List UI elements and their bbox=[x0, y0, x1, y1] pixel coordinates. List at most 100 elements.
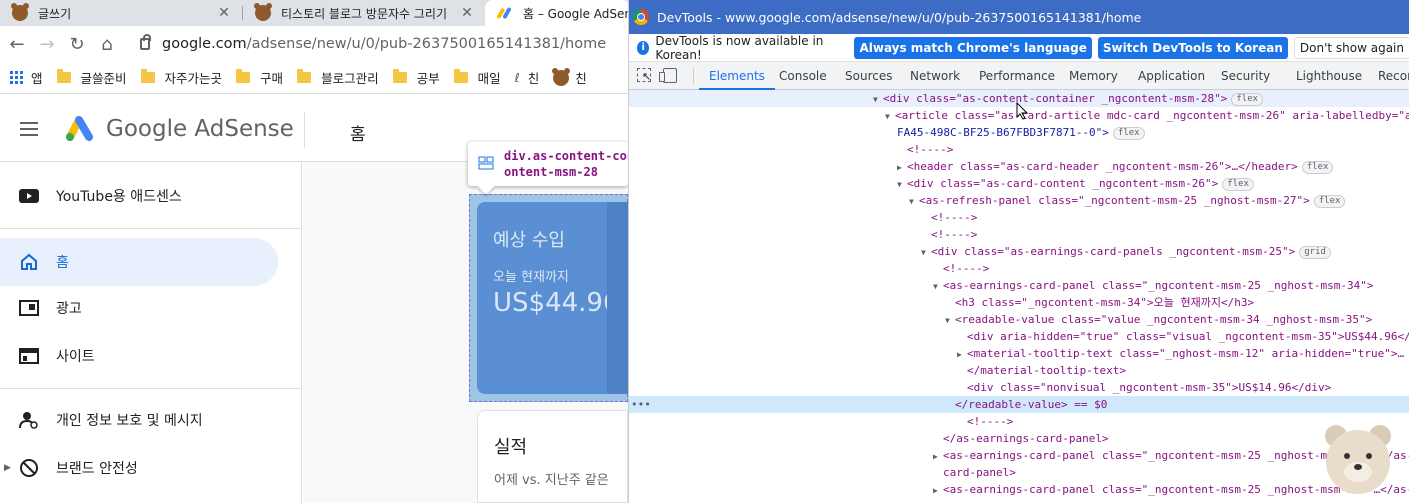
tab-application[interactable]: Application bbox=[1138, 62, 1205, 90]
menu-icon[interactable] bbox=[20, 122, 38, 140]
bookmark-folder[interactable]: 매일 bbox=[453, 68, 501, 87]
bookmark-folder[interactable]: 글쓸준비 bbox=[56, 68, 127, 87]
browser-toolbar: ← → ↻ ⌂ google.com/adsense/new/u/0/pub-2… bbox=[0, 26, 630, 62]
flex-badge[interactable]: flex bbox=[1222, 177, 1254, 191]
mouse-cursor-icon bbox=[1016, 102, 1028, 120]
bookmark-folder[interactable]: 자주가는곳 bbox=[140, 68, 222, 87]
select-element-icon[interactable] bbox=[637, 68, 651, 83]
sidebar-item-youtube[interactable]: YouTube용 애드센스 bbox=[0, 172, 278, 220]
bookmark-folder[interactable]: 구매 bbox=[236, 68, 283, 87]
bookmark-link[interactable]: ℓ친 bbox=[515, 68, 540, 87]
sidebar-item-ads[interactable]: 광고 bbox=[0, 284, 278, 332]
tab-write[interactable]: 글쓰기 ✕ bbox=[0, 0, 240, 26]
sidebar-item-sites[interactable]: 사이트 bbox=[0, 332, 278, 380]
tab-performance[interactable]: Performance bbox=[979, 62, 1055, 90]
dom-node[interactable]: ▶ <header class="as-card-header _ngconten… bbox=[629, 158, 1409, 175]
dom-node[interactable]: ▶ <material-tooltip-text class="_nghost-m… bbox=[629, 345, 1409, 362]
close-icon[interactable]: ✕ bbox=[214, 5, 234, 21]
inspect-tooltip: div.as-content-conta ontent-msm-28 bbox=[468, 142, 649, 195]
bookmark-folder[interactable]: 블로그관리 bbox=[297, 68, 379, 87]
dom-node[interactable]: ▶ <as-earnings-card-panel class="_ngconte… bbox=[629, 481, 1409, 498]
dom-node[interactable]: ▼ <readable-value class="value _ngcontent… bbox=[629, 311, 1409, 328]
folder-icon bbox=[392, 69, 407, 83]
flex-badge[interactable]: flex bbox=[1301, 160, 1334, 174]
sidebar-item-label: 브랜드 안전성 bbox=[56, 461, 138, 477]
back-icon[interactable]: ← bbox=[2, 34, 32, 55]
page-title: 홈 bbox=[350, 125, 366, 145]
dom-node[interactable]: <div aria-hidden="true" class="visual _n… bbox=[629, 328, 1409, 345]
devtools-title: DevTools - www.google.com/adsense/new/u/… bbox=[657, 9, 1142, 25]
dom-node[interactable]: ▼ <div class="as-earnings-card-panels _ng… bbox=[629, 243, 1409, 260]
tab-security[interactable]: Security bbox=[1221, 62, 1270, 90]
elements-dom-tree: ▼ <div class="as-content-container _ngcon… bbox=[629, 90, 1409, 503]
sites-icon bbox=[18, 345, 40, 367]
dom-node[interactable]: <h3 class="_ngcontent-msm-34">오늘 현재까지</h… bbox=[629, 294, 1409, 311]
grid-badge[interactable]: grid bbox=[1299, 245, 1331, 259]
brand-name: Google AdSense bbox=[106, 116, 294, 142]
language-infobar: i DevTools is now available in Korean! A… bbox=[629, 34, 1409, 62]
tab-adsense[interactable]: 홈 – Google AdSense bbox=[485, 0, 630, 26]
flex-badge[interactable]: flex bbox=[1313, 194, 1346, 208]
tab-network[interactable]: Network bbox=[910, 62, 960, 90]
sidebar-item-privacy[interactable]: 개인 정보 보호 및 메시지 bbox=[0, 396, 278, 444]
block-icon bbox=[18, 457, 40, 479]
tab-memory[interactable]: Memory bbox=[1069, 62, 1118, 90]
bookmark-label: 공부 bbox=[416, 71, 440, 86]
sidebar: YouTube용 애드센스 홈 광고 사이트 개인 정보 보호 및 메시지 ▶ … bbox=[0, 162, 302, 503]
earnings-card[interactable]: 예상 수입 오늘 현재까지 US$44.96 bbox=[477, 202, 628, 394]
dom-node-selected[interactable]: ••• </readable-value> == $0 bbox=[629, 396, 1409, 413]
performance-title: 실적 bbox=[494, 437, 528, 458]
dom-comment[interactable]: <!----> bbox=[629, 226, 1409, 243]
flex-badge[interactable]: flex bbox=[1112, 126, 1145, 140]
sidebar-item-brand-safety[interactable]: ▶ 브랜드 안전성 bbox=[0, 444, 278, 492]
device-toolbar-icon[interactable] bbox=[659, 68, 677, 83]
lock-icon bbox=[140, 34, 151, 50]
dom-node[interactable]: ▼ <as-refresh-panel class="_ngcontent-msm… bbox=[629, 192, 1409, 209]
sidebar-item-home[interactable]: 홈 bbox=[0, 238, 278, 286]
bookmark-folder[interactable]: 공부 bbox=[392, 68, 440, 87]
dom-node[interactable]: card-panel> bbox=[629, 464, 1409, 481]
forward-icon[interactable]: → bbox=[32, 34, 62, 55]
tab-lighthouse[interactable]: Lighthouse bbox=[1296, 62, 1362, 90]
folder-icon bbox=[140, 69, 155, 83]
tab-recorder[interactable]: Recor bbox=[1378, 62, 1409, 90]
address-bar[interactable]: google.com/adsense/new/u/0/pub-263750016… bbox=[140, 26, 606, 62]
performance-card[interactable]: 실적 어제 vs. 지난주 같은 bbox=[477, 410, 628, 503]
dom-comment[interactable]: <!----> bbox=[629, 209, 1409, 226]
performance-subtitle: 어제 vs. 지난주 같은 bbox=[494, 473, 609, 488]
reload-icon[interactable]: ↻ bbox=[62, 34, 92, 55]
dom-node[interactable]: ▶ <as-earnings-card-panel class="_ngconte… bbox=[629, 447, 1409, 464]
dom-comment[interactable]: <!----> bbox=[629, 413, 1409, 430]
dom-node[interactable]: FA45-498C-BF25-B67FBD3F7871--0"> flex bbox=[629, 124, 1409, 141]
divider bbox=[0, 388, 302, 389]
flex-badge[interactable]: flex bbox=[1231, 92, 1264, 106]
dom-node[interactable]: </material-tooltip-text> bbox=[629, 362, 1409, 379]
home-icon[interactable]: ⌂ bbox=[92, 34, 122, 55]
expand-arrow-icon[interactable]: ▶ bbox=[4, 463, 11, 473]
folder-icon bbox=[453, 69, 468, 83]
url-path: /adsense/new/u/0/pub-2637500165141381/ho… bbox=[246, 36, 607, 52]
dont-show-again-button[interactable]: Don't show again bbox=[1293, 36, 1409, 59]
dom-node[interactable]: <div class="nonvisual _ngcontent-msm-35"… bbox=[629, 379, 1409, 396]
info-icon: i bbox=[637, 40, 650, 55]
bookmark-link[interactable]: 친 bbox=[552, 67, 587, 87]
dom-node[interactable]: </as-earnings-card-panel> bbox=[629, 430, 1409, 447]
tab-console[interactable]: Console bbox=[779, 62, 827, 90]
bear-favicon-icon bbox=[11, 3, 29, 21]
dom-node[interactable]: ▼ <div class="as-card-content _ngcontent-… bbox=[629, 175, 1409, 192]
tooltip-line-2: ontent-msm-28 bbox=[504, 165, 598, 179]
close-icon[interactable]: ✕ bbox=[457, 5, 477, 21]
dom-comment[interactable]: <!----> bbox=[629, 141, 1409, 158]
youtube-icon bbox=[18, 185, 40, 207]
bookmark-apps[interactable]: 앱 bbox=[10, 68, 43, 87]
switch-to-korean-button[interactable]: Switch DevTools to Korean bbox=[1097, 36, 1288, 59]
grid-layout-icon bbox=[478, 156, 494, 170]
bookmark-label: 친 bbox=[527, 71, 540, 86]
dom-comment[interactable]: <!----> bbox=[629, 260, 1409, 277]
tab-elements[interactable]: Elements bbox=[699, 62, 775, 90]
dom-node[interactable]: ▼ <as-earnings-card-panel class="_ngconte… bbox=[629, 277, 1409, 294]
always-match-language-button[interactable]: Always match Chrome's language bbox=[854, 36, 1092, 59]
tab-tistory[interactable]: 티스토리 블로그 방문자수 그리기 ✕ bbox=[243, 0, 483, 26]
tab-sources[interactable]: Sources bbox=[845, 62, 892, 90]
home-icon bbox=[18, 251, 40, 273]
